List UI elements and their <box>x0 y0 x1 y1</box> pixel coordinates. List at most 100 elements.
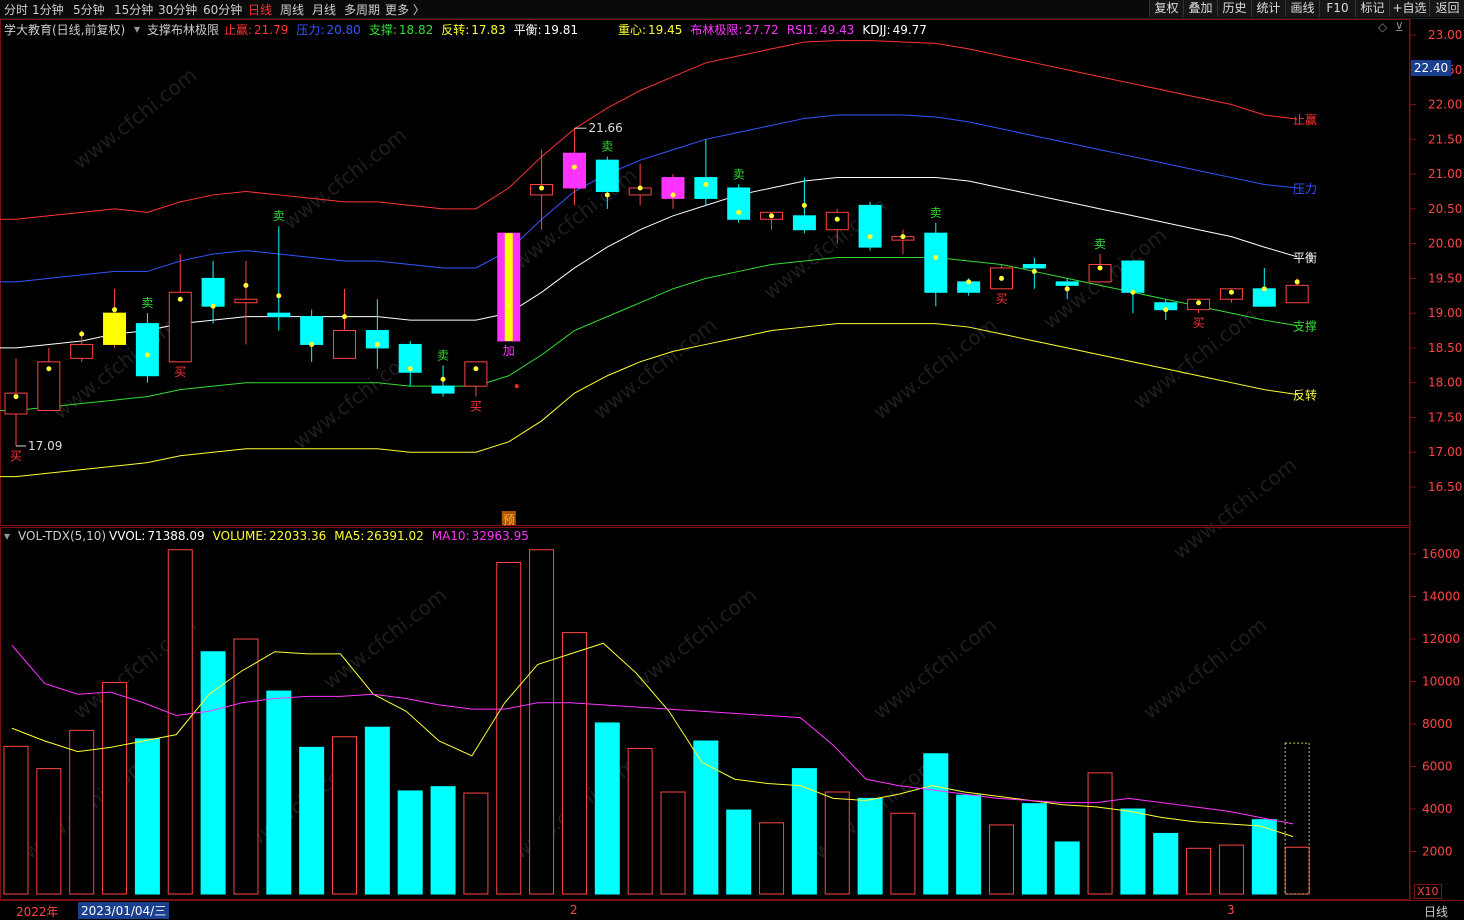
candle-body <box>431 385 455 394</box>
center-dot <box>637 185 643 191</box>
center-dot <box>1294 279 1300 285</box>
center-dot <box>1163 307 1169 313</box>
volume-bar <box>463 792 489 895</box>
price-panel-frame <box>0 19 1410 526</box>
center-dot <box>79 331 85 337</box>
center-dot <box>46 366 52 372</box>
volume-bar <box>1218 844 1244 895</box>
center-dot <box>144 352 150 358</box>
center-dot <box>933 255 939 261</box>
center-dot <box>309 341 315 347</box>
volume-bar <box>857 797 883 895</box>
volume-bar <box>1284 846 1310 895</box>
date-label-selected: 2023/01/04/三 <box>78 902 170 919</box>
price-axis: 16.50 17.00 17.50 18.00 18.50 19.00 19.50 20.00… <box>1410 28 1462 494</box>
watermark-text: www.cfchi.com <box>68 63 201 174</box>
candle-body <box>103 312 127 345</box>
signal-marker: 买 <box>1193 316 1205 330</box>
watermark-text: www.cfchi.com <box>1138 613 1271 724</box>
vol-tick-label: 10000 <box>1422 675 1460 689</box>
volume-bar <box>824 791 850 895</box>
volume-bar <box>3 745 29 895</box>
candle-body <box>234 298 258 304</box>
indicator-line-平衡 <box>0 177 1298 349</box>
center-dot <box>1261 286 1267 292</box>
center-dot <box>999 275 1004 281</box>
center-dot <box>1228 289 1234 295</box>
volume-axis: 2000 4000 6000 8000 10000 12000 14000 16000 <box>1410 547 1460 859</box>
candle-body <box>1055 281 1079 286</box>
indicator-line-反转 <box>0 323 1298 478</box>
date-axis: 2022年 2023/01/04/三 2 3 日线 <box>0 900 1464 919</box>
candle-body <box>201 277 225 307</box>
volume-bar <box>134 738 160 895</box>
vol-tick-label: 16000 <box>1422 547 1460 561</box>
candle-body <box>1285 284 1309 304</box>
candle-body <box>333 330 356 359</box>
watermark-text: www.cfchi.com <box>1168 453 1301 564</box>
signal-marker: 卖 <box>1094 237 1106 251</box>
period-label: 日线 <box>1424 905 1449 919</box>
candle-body <box>168 291 192 363</box>
signal-marker: 卖 <box>601 140 613 154</box>
price-tick-label: 20.00 <box>1428 237 1462 251</box>
center-dot <box>473 366 479 372</box>
candle-body <box>562 152 586 189</box>
center-dot <box>210 303 216 309</box>
signal-marker: 卖 <box>930 206 942 220</box>
price-tick-label: 22.00 <box>1428 98 1462 112</box>
watermark-text: www.cfchi.com <box>628 583 761 694</box>
center-dot <box>900 234 906 240</box>
volume-bar <box>36 768 62 895</box>
candle-body <box>135 323 159 377</box>
volume-bar <box>956 794 982 895</box>
vol-tick-label: 2000 <box>1422 845 1453 859</box>
center-dot <box>243 282 249 288</box>
center-dot <box>112 307 118 313</box>
center-dot <box>539 185 545 191</box>
signal-dot <box>514 384 519 389</box>
volume-bar <box>923 753 949 895</box>
volume-bar <box>759 822 785 895</box>
low-price-label: 17.09 <box>28 439 62 453</box>
price-tick-label: 21.50 <box>1428 132 1462 146</box>
watermark-text: www.cfchi.com <box>588 313 721 424</box>
volume-bar <box>364 726 390 895</box>
watermark-text: www.cfchi.com <box>318 583 451 694</box>
candle-body <box>924 232 948 293</box>
signal-marker: 卖 <box>273 209 285 223</box>
candle-highlight <box>504 233 513 341</box>
volume-bar <box>627 747 653 895</box>
center-dot <box>966 279 972 285</box>
volume-bar <box>167 549 193 895</box>
center-dot <box>801 202 807 208</box>
volume-bar <box>726 809 752 895</box>
price-tick-label: 19.00 <box>1428 306 1462 320</box>
candlestick-chart[interactable]: www.cfchi.com www.cfchi.com www.cfchi.com w… <box>0 0 1464 918</box>
line-end-label: 平衡 <box>1293 251 1317 265</box>
price-tick-label: 17.00 <box>1428 445 1462 459</box>
vol-tick-label: 4000 <box>1422 802 1453 816</box>
center-dot <box>703 182 709 188</box>
center-dot <box>1196 300 1202 306</box>
volume-bar <box>200 651 226 895</box>
line-end-label: 止赢 <box>1293 112 1317 127</box>
volume-bar <box>660 791 686 895</box>
volume-bar <box>299 746 325 895</box>
volume-bar <box>496 562 522 895</box>
vol-tick-label: 14000 <box>1422 590 1460 604</box>
center-dot <box>1031 268 1037 274</box>
center-dot <box>769 213 775 219</box>
volume-bar <box>561 632 587 895</box>
volume-bars <box>3 549 1310 895</box>
volume-bar <box>1251 819 1277 895</box>
volume-bar <box>266 690 292 895</box>
signal-marker: 买 <box>10 449 22 463</box>
center-dot <box>670 192 676 198</box>
date-label-year: 2022年 <box>16 905 59 919</box>
volume-bar <box>397 790 423 895</box>
volume-bar <box>594 722 620 895</box>
volume-bar <box>1021 803 1047 895</box>
volume-bar <box>332 736 357 895</box>
vol-tick-label: 8000 <box>1422 717 1453 731</box>
